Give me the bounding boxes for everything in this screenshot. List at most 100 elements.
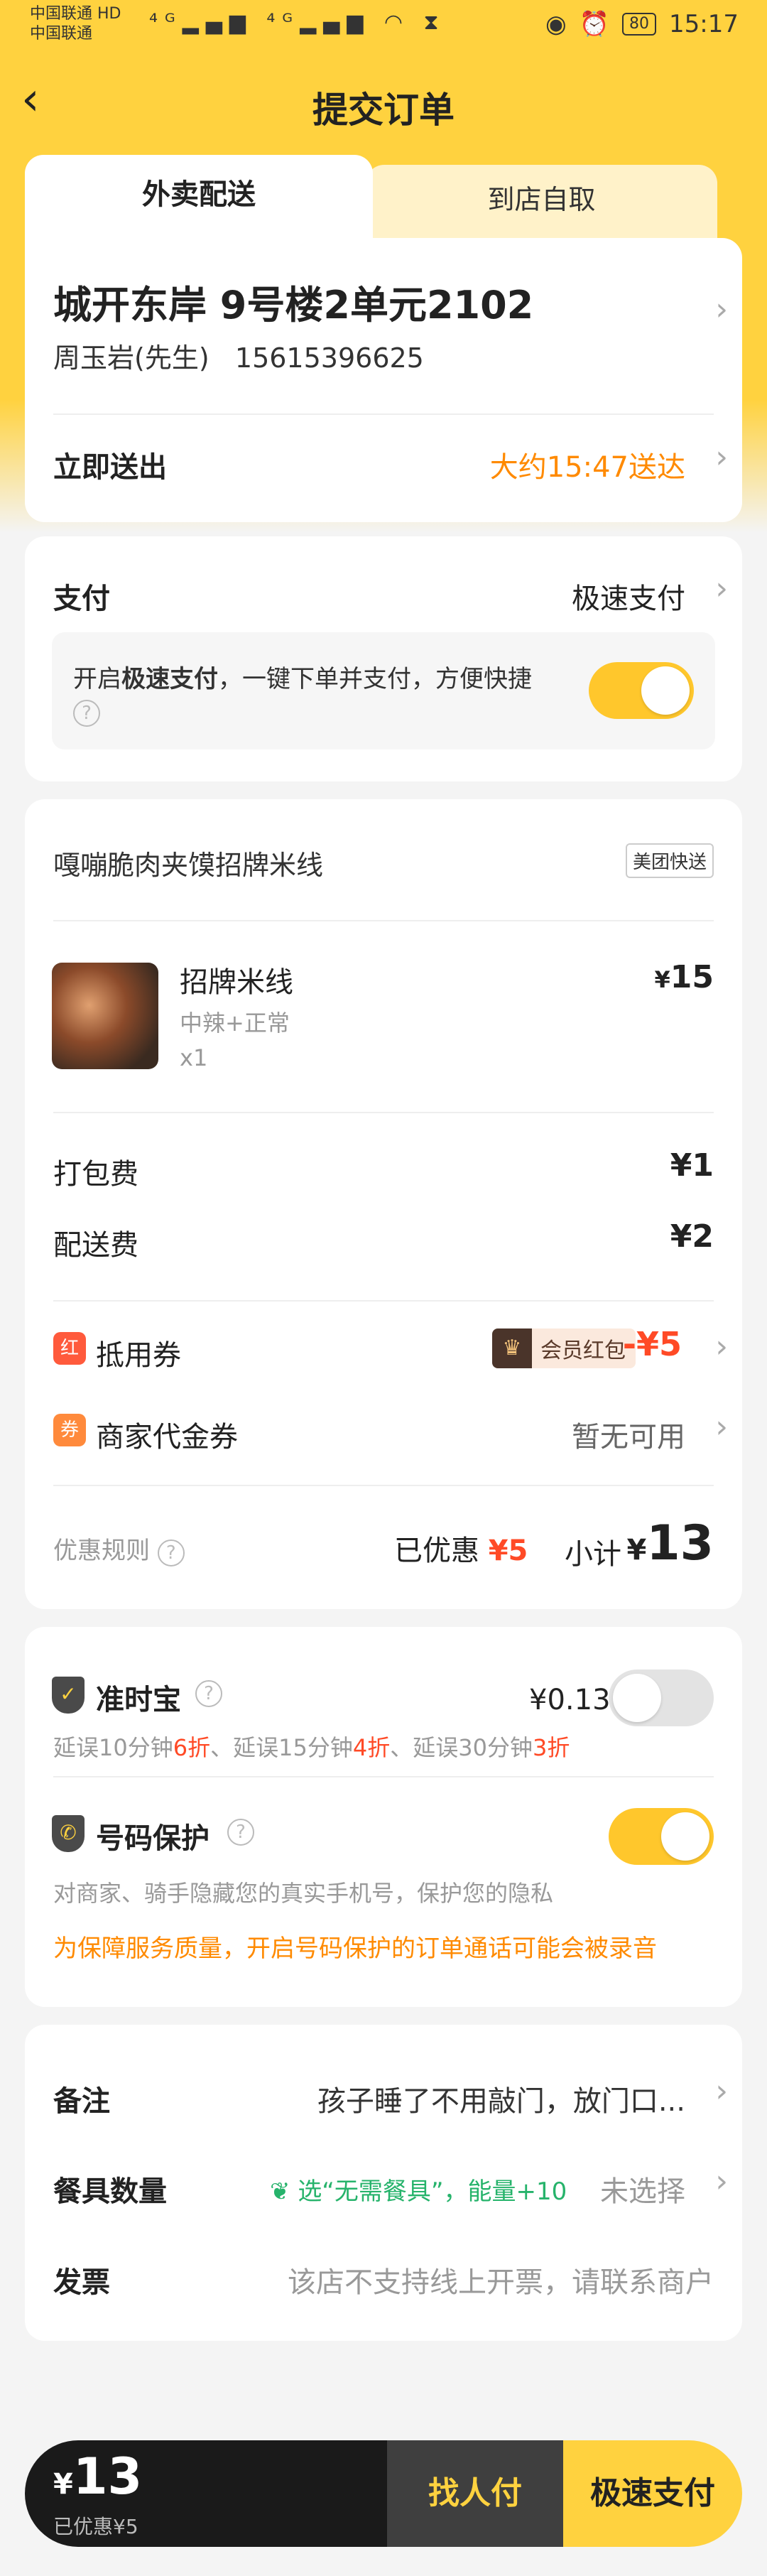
payment-method[interactable]: 极速支付 [572,575,685,617]
divider [53,1112,714,1113]
fast-pay-suffix: ，一键下单并支付，方便快捷 [218,665,532,693]
question-icon[interactable]: ? [195,1680,222,1707]
coupon-chevron-icon[interactable]: › [715,1328,728,1365]
tableware-chevron-icon[interactable]: › [715,2163,728,2199]
voucher-chevron-icon[interactable]: › [715,1409,728,1445]
ontime-label: 准时宝 [96,1684,181,1716]
address-card: 城开东岸 9号楼2单元2102 周玉岩(先生) 15615396625 › 立即… [25,238,742,522]
shield-check-icon: ✓ [52,1677,85,1714]
payment-chevron-icon[interactable]: › [715,570,728,607]
voucher-value[interactable]: 暂无可用 [572,1414,685,1455]
leaf-icon: ❦ [270,2177,290,2206]
checkout-bar: ¥13 已优惠¥5 找人付 极速支付 [25,2440,742,2547]
voucher-icon: 券 [53,1414,86,1446]
food-qty: x1 [180,1044,208,1071]
insurance-card: ✓ 准时宝 ? ¥0.13 延误10分钟6折、延误15分钟4折、延误30分钟3折… [25,1627,742,2007]
subtotal-value: 13 [646,1515,714,1571]
address-chevron-icon[interactable]: › [715,291,728,328]
contact-phone: 15615396625 [234,342,424,374]
eye-icon: ◉ [545,10,567,38]
subtotal-amount: ¥13 [627,1515,714,1571]
delivery-fee-value: ¥2 [670,1218,714,1255]
food-name: 招牌米线 [180,966,293,999]
tab-pickup-label: 到店自取 [487,184,596,215]
battery-icon: 80 [622,13,657,36]
navigation-bar: ‹ 提交订单 [0,67,767,146]
carrier-2: 中国联通 [30,25,93,43]
saved-value: ¥5 [488,1535,528,1567]
ontime-discount-2: 4折 [352,1734,391,1761]
delivery-fee-label: 配送费 [53,1229,138,1262]
checkout-total: ¥13 已优惠¥5 [25,2440,387,2547]
saved-amount: 已优惠 ¥5 [394,1527,528,1569]
red-packet-icon: 红包 [53,1332,86,1392]
clock-time: 15:17 [669,10,739,38]
eta-value[interactable]: 大约15:47送达 [490,444,685,485]
ontime-rule-1: 延误10分钟 [53,1734,173,1761]
remark-label: 备注 [53,2085,110,2118]
notes-card: 备注 孩子睡了不用敲门，放门口... › 餐具数量 ❦ 选“无需餐具”，能量+1… [25,2025,742,2341]
remark-value[interactable]: 孩子睡了不用敲门，放门口... [317,2078,685,2119]
food-spec: 中辣+正常 [180,1010,290,1037]
ontime-toggle[interactable] [609,1669,714,1726]
delivery-address[interactable]: 城开东岸 9号楼2单元2102 [53,274,533,330]
packing-fee-value: ¥1 [670,1147,714,1184]
shop-name: 嘎嘣脆肉夹馍招牌米线 [53,850,324,881]
divider [53,1776,714,1777]
tableware-value[interactable]: 未选择 [600,2168,685,2209]
carrier-1: 中国联通 HD [30,5,121,23]
tab-delivery[interactable]: 外卖配送 [25,155,373,244]
divider [53,413,714,415]
discount-rules[interactable]: 优惠规则 ? [53,1531,185,1566]
packing-fee-label: 打包费 [53,1158,138,1191]
voucher-label: 商家代金券 [96,1421,238,1454]
fast-pay-bold: 极速支付 [121,665,218,693]
payment-label: 支付 [53,583,110,615]
fast-pay-button[interactable]: 极速支付 [563,2440,742,2547]
subtotal-label: 小计 [565,1538,621,1571]
tab-pickup[interactable]: 到店自取 [366,165,717,243]
question-icon[interactable]: ? [73,700,100,727]
invoice-label: 发票 [53,2266,110,2299]
saved-label: 已优惠 [394,1535,479,1567]
divider [53,920,714,921]
fast-pay-text: 开启极速支付，一键下单并支付，方便快捷 [73,659,532,694]
toggle-knob [613,1674,661,1722]
toggle-knob [661,1812,709,1861]
phone-protect-toggle[interactable] [609,1808,714,1865]
tableware-promo: ❦ 选“无需餐具”，能量+10 [270,2172,567,2207]
phone-protect-label: 号码保护 [96,1822,210,1855]
tableware-promo-text: 选“无需餐具”，能量+10 [298,2177,567,2206]
page-title: 提交订单 [312,90,455,131]
remark-chevron-icon[interactable]: › [715,2073,728,2109]
phone-protect-warning: 为保障服务质量，开启号码保护的订单通话可能会被录音 [53,1934,657,1963]
food-image [52,963,158,1069]
member-badge-label: 会员红包 [540,1338,626,1363]
member-badge[interactable]: ♛ 会员红包 [492,1328,636,1368]
food-price: ¥15 [655,959,714,995]
order-card: 嘎嘣脆肉夹馍招牌米线 美团快送 招牌米线 中辣+正常 x1 ¥15 打包费 ¥1… [25,799,742,1609]
fast-pay-toggle[interactable] [589,662,694,719]
payment-card: 支付 极速支付 › 开启极速支付，一键下单并支付，方便快捷 ? [25,536,742,781]
question-icon[interactable]: ? [227,1819,254,1846]
eta-chevron-icon[interactable]: › [715,439,728,475]
question-icon: ? [157,1539,185,1566]
ontime-discount-3: 3折 [532,1734,570,1761]
fast-pay-prefix: 开启 [73,665,121,693]
discount-rules-label: 优惠规则 [53,1537,150,1565]
send-time-label: 立即送出 [53,451,167,484]
total-saved: 已优惠¥5 [53,2515,138,2538]
member-discount: -¥5 [622,1325,682,1363]
toggle-knob [641,666,690,715]
total-amount: ¥13 [53,2447,142,2506]
ontime-rules: 延误10分钟6折、延误15分钟4折、延误30分钟3折 [53,1730,570,1763]
friend-pay-button[interactable]: 找人付 [387,2440,563,2547]
signal-icon: ⁴ᴳ▂▄▆ ⁴ᴳ▂▄▆ ◠ ⧗ [149,10,446,35]
status-bar: 中国联通 HD 中国联通 ⁴ᴳ▂▄▆ ⁴ᴳ▂▄▆ ◠ ⧗ ◉ ⏰ 80 15:1… [0,0,767,53]
divider [53,1485,714,1486]
tableware-label: 餐具数量 [53,2175,167,2208]
price-value: 15 [670,959,714,995]
subtotal-symbol: ¥ [626,1534,647,1566]
contact-info: 周玉岩(先生) 15615396625 [53,336,424,375]
price-symbol: ¥ [654,966,670,993]
